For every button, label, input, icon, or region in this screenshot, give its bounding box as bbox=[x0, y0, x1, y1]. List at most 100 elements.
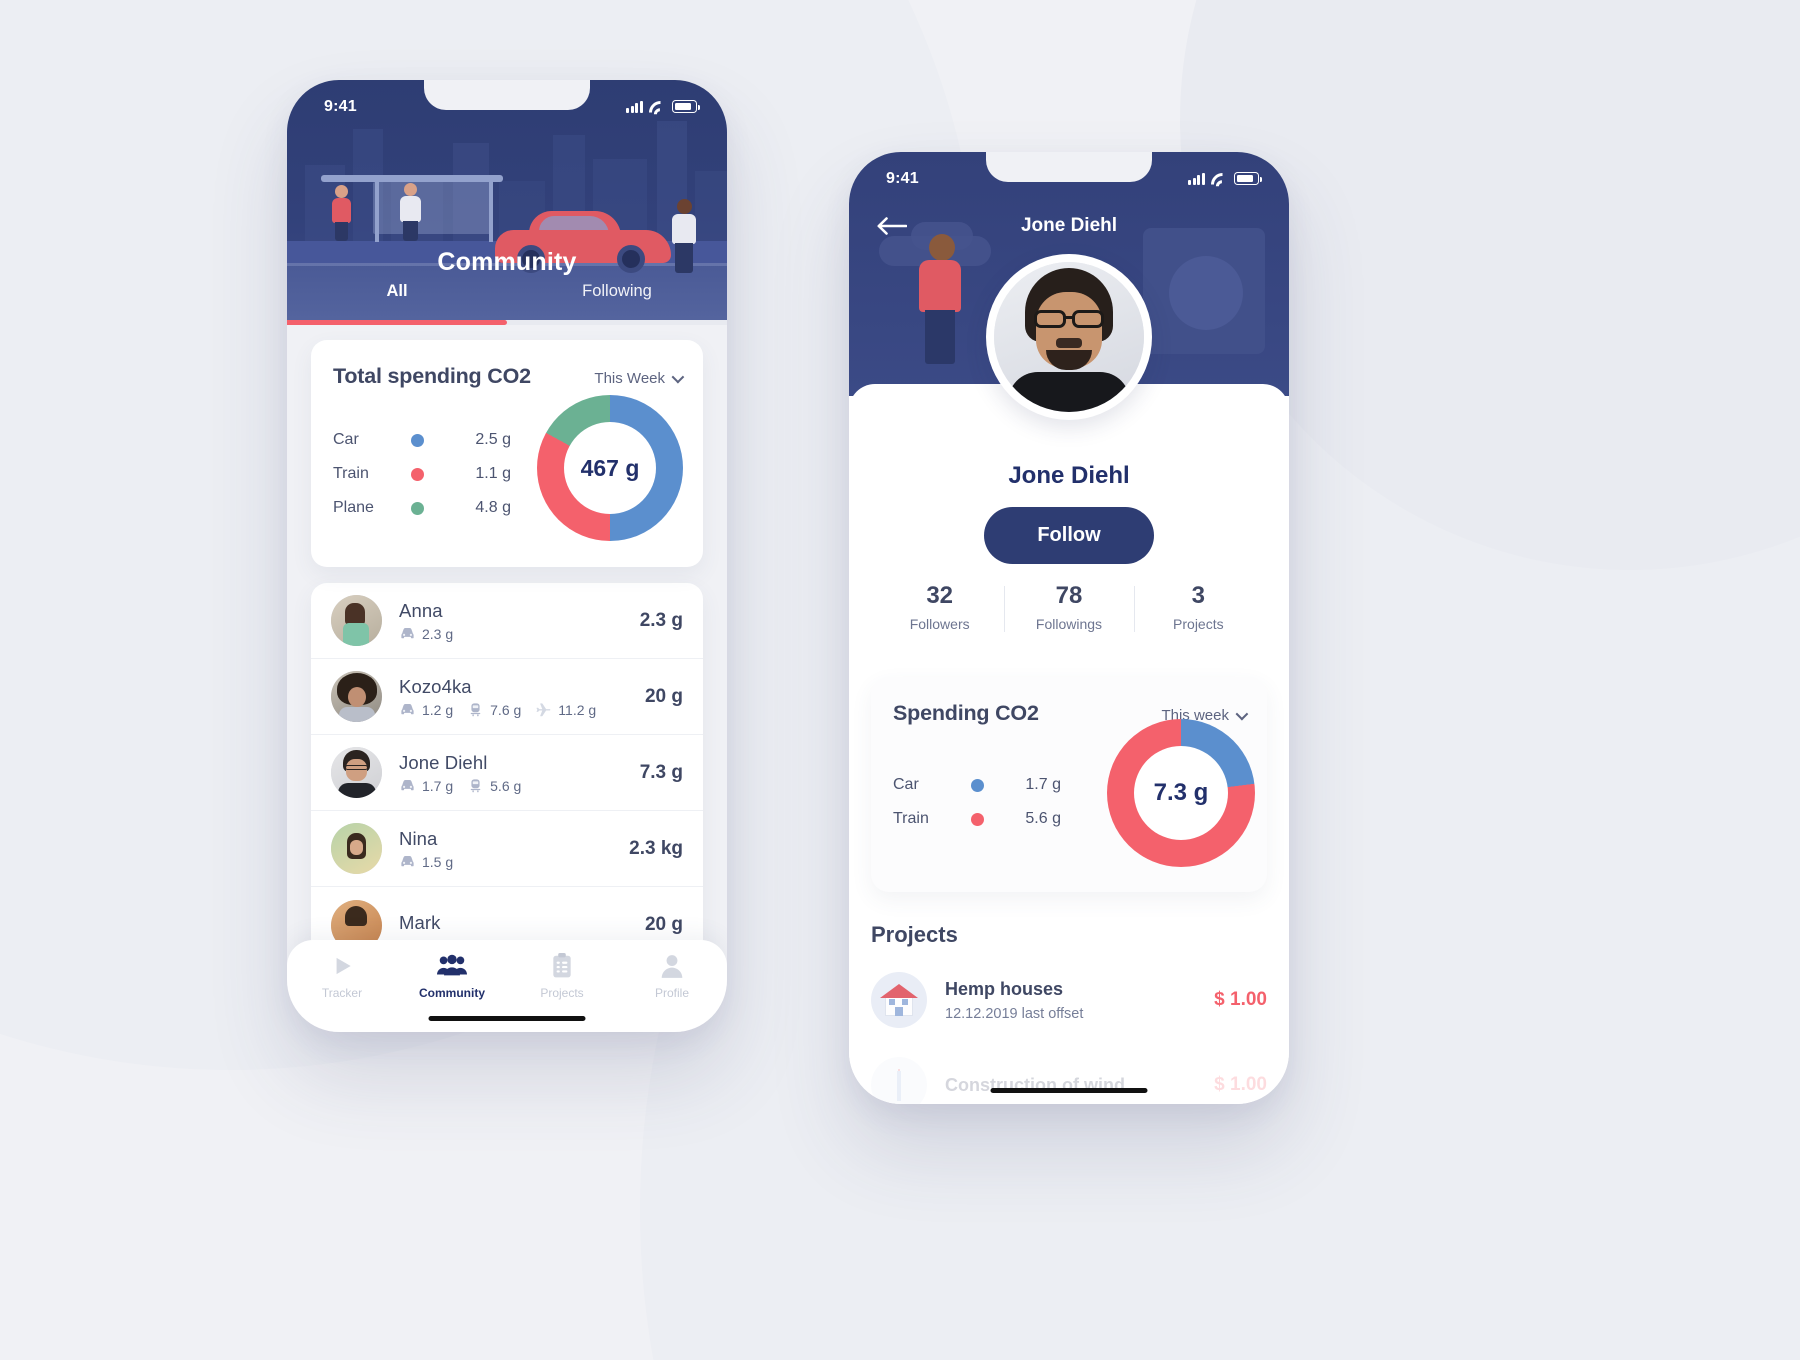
legend-color-dot bbox=[971, 778, 984, 792]
stat-followers[interactable]: 32 Followers bbox=[875, 582, 1004, 632]
user-name: Kozo4ka bbox=[399, 675, 472, 697]
user-total: 20 g bbox=[644, 685, 683, 707]
play-triangle-icon bbox=[336, 957, 351, 975]
tab-label: Tracker bbox=[321, 986, 363, 1000]
legend-item: Train 1.1 g bbox=[333, 457, 511, 491]
battery-icon bbox=[1234, 172, 1262, 185]
legend-color-dot bbox=[411, 501, 424, 515]
stat-value: 7.6 g bbox=[490, 701, 522, 718]
home-indicator bbox=[428, 1015, 586, 1021]
legend-item: Car 1.7 g bbox=[893, 768, 1061, 802]
train-icon bbox=[470, 703, 481, 717]
donut-center-total: 7.3 g bbox=[1134, 746, 1228, 840]
windmill-icon bbox=[871, 1057, 927, 1104]
person-illustration bbox=[911, 234, 967, 364]
card-title: Spending CO2 bbox=[893, 701, 1039, 725]
tab-label: Projects bbox=[540, 986, 584, 1000]
co2-donut-chart: 7.3 g bbox=[1107, 719, 1255, 867]
user-transport-stats: 1.7 g 5.6 g bbox=[399, 778, 640, 794]
total-co2-card: Total spending CO2 This Week Car 2.5 g T… bbox=[311, 340, 703, 567]
legend-value: 1.1 g bbox=[475, 465, 511, 482]
user-total: 20 g bbox=[644, 914, 683, 935]
header-title: Jone Diehl bbox=[1020, 215, 1118, 236]
stat-projects[interactable]: 3 Projects bbox=[1133, 582, 1263, 632]
legend-color-dot bbox=[411, 467, 424, 481]
user-total: 2.3 g bbox=[639, 609, 683, 631]
project-item[interactable]: Construction of wind $ 1.00 bbox=[871, 1057, 1267, 1104]
people-group-icon bbox=[437, 954, 467, 976]
project-item[interactable]: Hemp houses 12.12.2019 last offset $ 1.0… bbox=[871, 972, 1267, 1028]
stat-value: 1.2 g bbox=[422, 701, 454, 718]
tab-projects[interactable]: Projects bbox=[507, 953, 617, 1000]
wifi-icon bbox=[1211, 172, 1228, 185]
legend-value: 1.7 g bbox=[1025, 776, 1061, 793]
tab-community[interactable]: Community bbox=[397, 953, 507, 1000]
stat-car: 1.7 g bbox=[399, 778, 453, 794]
legend-color-dot bbox=[411, 433, 424, 447]
project-price: $ 1.00 bbox=[1214, 1074, 1267, 1095]
legend-value: 5.6 g bbox=[1025, 810, 1061, 827]
stat-value: 11.2 g bbox=[558, 701, 597, 718]
back-arrow-icon[interactable] bbox=[877, 217, 907, 235]
stat-car: 1.5 g bbox=[399, 854, 453, 870]
legend-label: Plane bbox=[333, 499, 374, 516]
user-name: Jone Diehl bbox=[399, 751, 488, 773]
clipboard-icon bbox=[553, 953, 571, 978]
avatar bbox=[986, 254, 1152, 420]
tab-tracker[interactable]: Tracker bbox=[287, 953, 397, 1000]
list-item[interactable]: Kozo4ka 1.2 g 7.6 g 11.2 g 20 g bbox=[311, 659, 703, 735]
follow-button[interactable]: Follow bbox=[984, 507, 1154, 564]
stat-label: Followers bbox=[909, 616, 970, 632]
person-illustration bbox=[331, 185, 353, 241]
circle-illustration bbox=[1169, 256, 1243, 330]
home-indicator bbox=[990, 1087, 1148, 1093]
avatar bbox=[331, 747, 382, 798]
projects-heading: Projects bbox=[871, 922, 958, 947]
battery-icon bbox=[672, 100, 700, 113]
car-icon bbox=[401, 704, 414, 715]
community-tabs: All Following bbox=[287, 277, 727, 325]
person-icon bbox=[661, 955, 683, 978]
tab-profile[interactable]: Profile bbox=[617, 953, 727, 1000]
project-title: Hemp houses bbox=[945, 978, 1064, 999]
stat-train: 7.6 g bbox=[467, 702, 521, 718]
stat-followings[interactable]: 78 Followings bbox=[1004, 582, 1133, 632]
status-time: 9:41 bbox=[324, 98, 357, 115]
stat-label: Projects bbox=[1173, 616, 1224, 632]
spending-co2-card: Spending CO2 This week Car 1.7 g Train 5… bbox=[871, 677, 1267, 892]
stat-value: 5.6 g bbox=[490, 777, 522, 794]
user-name: Mark bbox=[399, 912, 441, 933]
user-total: 7.3 g bbox=[639, 761, 683, 783]
person-illustration bbox=[399, 183, 423, 241]
project-price: $ 1.00 bbox=[1214, 989, 1267, 1010]
legend-value: 2.5 g bbox=[475, 431, 511, 448]
stat-value: 2.3 g bbox=[422, 625, 454, 642]
profile-name: Jone Diehl bbox=[1008, 462, 1130, 489]
status-time: 9:41 bbox=[886, 170, 919, 187]
cellular-signal-icon bbox=[1188, 172, 1205, 185]
tab-following[interactable]: Following bbox=[507, 277, 727, 325]
legend-item: Train 5.6 g bbox=[893, 802, 1061, 836]
list-item[interactable]: Jone Diehl 1.7 g 5.6 g 7.3 g bbox=[311, 735, 703, 811]
period-selector[interactable]: This Week bbox=[594, 370, 685, 387]
legend-item: Car 2.5 g bbox=[333, 423, 511, 457]
legend-value: 4.8 g bbox=[475, 499, 511, 516]
list-item[interactable]: Anna 2.3 g 2.3 g bbox=[311, 583, 703, 659]
legend-label: Car bbox=[333, 431, 359, 448]
avatar bbox=[331, 671, 382, 722]
chevron-down-icon bbox=[671, 370, 685, 384]
donut-center-total: 467 g bbox=[564, 422, 656, 514]
stat-plane: 11.2 g bbox=[535, 702, 596, 718]
phone-notch bbox=[424, 80, 590, 110]
legend-label: Train bbox=[333, 465, 369, 482]
stat-value: 1.7 g bbox=[422, 777, 454, 794]
list-item[interactable]: Nina 1.5 g 2.3 kg bbox=[311, 811, 703, 887]
stat-value: 78 bbox=[1055, 582, 1083, 609]
phone-notch bbox=[986, 152, 1152, 182]
train-icon bbox=[470, 779, 481, 793]
tab-all[interactable]: All bbox=[287, 277, 507, 325]
cellular-signal-icon bbox=[626, 100, 643, 113]
period-label: This Week bbox=[594, 370, 665, 387]
profile-stats: 32 Followers 78 Followings 3 Projects bbox=[875, 582, 1263, 632]
avatar bbox=[331, 595, 382, 646]
